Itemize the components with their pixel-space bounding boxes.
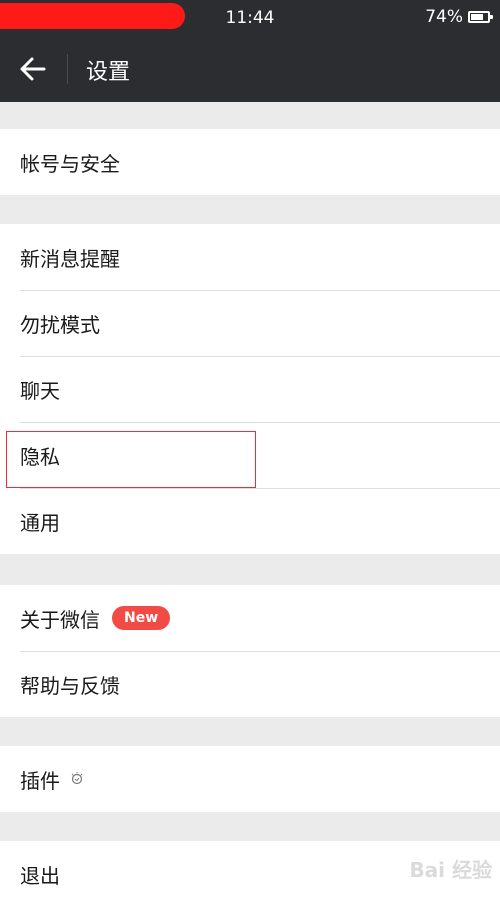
page-title: 设置	[86, 54, 130, 86]
settings-item-label: 退出	[20, 860, 60, 889]
settings-group-preferences: 新消息提醒 勿扰模式 聊天 隐私 通用	[0, 224, 500, 554]
settings-item-account-security[interactable]: 帐号与安全	[0, 129, 500, 195]
battery-percent: 74%	[425, 7, 463, 27]
battery-fill	[471, 14, 483, 20]
settings-item-plugins[interactable]: 插件	[0, 746, 500, 812]
settings-item-general[interactable]: 通用	[0, 488, 500, 554]
settings-group-about: 关于微信 New 帮助与反馈	[0, 585, 500, 717]
settings-group-plugins: 插件	[0, 746, 500, 812]
highlight-annotation	[6, 431, 256, 488]
battery-icon	[468, 11, 490, 23]
nav-bar: 设置	[0, 36, 500, 102]
settings-item-label: 关于微信	[20, 604, 100, 633]
nav-divider	[67, 54, 68, 84]
lightbulb-icon	[70, 772, 84, 786]
settings-group-account: 帐号与安全	[0, 129, 500, 195]
watermark-logo: Bai 经验	[409, 854, 492, 883]
settings-item-label: 帐号与安全	[20, 148, 120, 177]
settings-item-label: 聊天	[20, 375, 60, 404]
new-badge: New	[112, 606, 170, 630]
settings-item-label: 通用	[20, 507, 60, 536]
back-button[interactable]	[0, 36, 66, 102]
settings-item-notifications[interactable]: 新消息提醒	[0, 224, 500, 290]
settings-item-help-feedback[interactable]: 帮助与反馈	[0, 651, 500, 717]
status-bar: 11:44 74%	[0, 0, 500, 36]
settings-item-label: 勿扰模式	[20, 309, 100, 338]
settings-item-do-not-disturb[interactable]: 勿扰模式	[0, 290, 500, 356]
battery-indicator: 74%	[425, 7, 490, 27]
settings-item-label: 帮助与反馈	[20, 670, 120, 699]
settings-item-chat[interactable]: 聊天	[0, 356, 500, 422]
settings-item-about-wechat[interactable]: 关于微信 New	[0, 585, 500, 651]
settings-item-label: 新消息提醒	[20, 243, 120, 272]
settings-item-label: 插件	[20, 765, 60, 794]
arrow-left-icon	[20, 56, 46, 82]
